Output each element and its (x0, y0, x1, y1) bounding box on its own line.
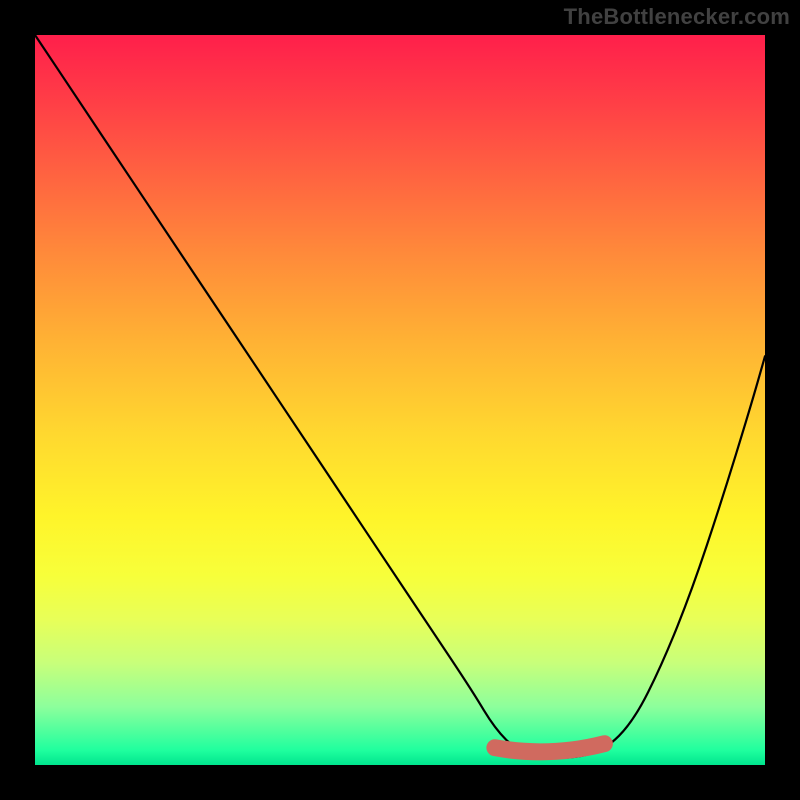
watermark-text: TheBottlenecker.com (564, 4, 790, 30)
trough-marker (495, 744, 605, 752)
bottleneck-curve (35, 35, 765, 758)
chart-svg (35, 35, 765, 765)
chart-frame: TheBottlenecker.com (0, 0, 800, 800)
plot-area (35, 35, 765, 765)
